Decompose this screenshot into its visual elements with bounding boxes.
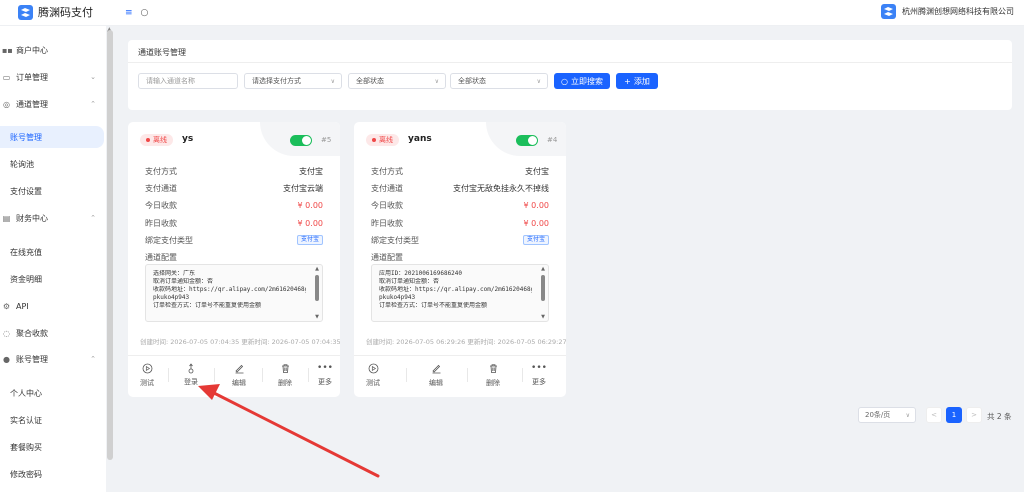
annotation-arrow: [198, 384, 380, 478]
